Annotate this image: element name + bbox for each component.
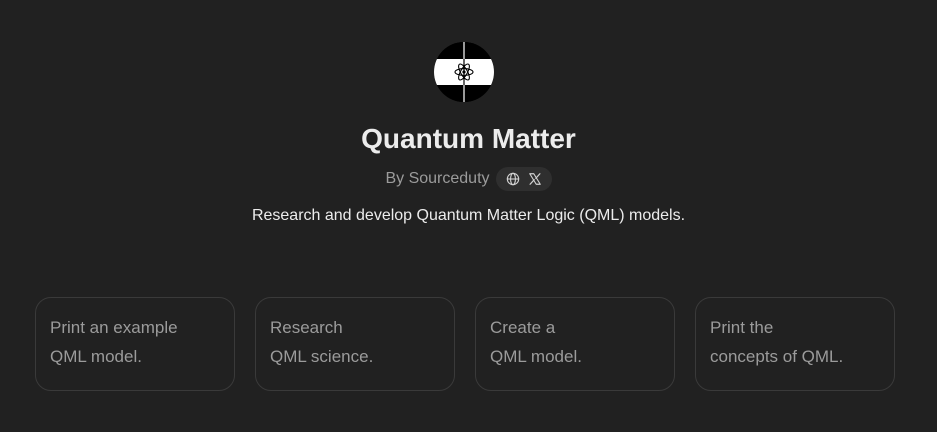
starter-card[interactable]: Research QML science.: [255, 297, 455, 391]
x-logo-icon[interactable]: [527, 171, 543, 187]
byline: By Sourceduty: [0, 167, 937, 191]
starter-card-text: Print an example QML model.: [50, 318, 178, 366]
globe-icon[interactable]: [505, 171, 521, 187]
social-links: [495, 167, 552, 191]
gpt-description: Research and develop Quantum Matter Logi…: [251, 207, 686, 224]
atom-icon: [434, 42, 494, 102]
starter-card-text: Create a QML model.: [490, 318, 582, 366]
starter-card-text: Print the concepts of QML.: [710, 318, 844, 366]
starter-card[interactable]: Print an example QML model.: [35, 297, 235, 391]
gpt-title: Quantum Matter: [361, 123, 576, 154]
conversation-starters: Print an example QML model. Research QML…: [35, 297, 895, 391]
starter-card[interactable]: Print the concepts of QML.: [695, 297, 895, 391]
starter-card[interactable]: Create a QML model.: [475, 297, 675, 391]
starter-card-text: Research QML science.: [270, 318, 374, 366]
author-label: By Sourceduty: [385, 170, 490, 187]
gpt-logo: [434, 42, 494, 102]
